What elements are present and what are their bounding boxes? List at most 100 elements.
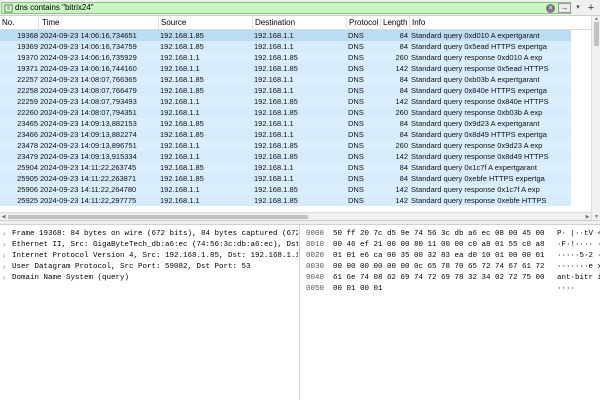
packet-source: 192.168.1.1	[160, 196, 200, 205]
expand-arrow-icon[interactable]: ›	[3, 229, 9, 240]
packet-number: 22258	[17, 86, 38, 95]
hex-dump-line[interactable]: 0020 01 01 e6 ca 00 35 00 32 83 ea d0 10 …	[302, 251, 600, 262]
column-header-protocol[interactable]: Protocol	[349, 18, 379, 28]
packet-list-pane: No. Time Source Destination Protocol Len…	[0, 16, 591, 220]
packet-row[interactable]: 22258 2024-09-23 14:08:07,766479 192.168.1…	[0, 85, 571, 96]
column-header-source[interactable]: Source	[161, 18, 251, 28]
expand-arrow-icon[interactable]: ›	[3, 240, 9, 251]
hex-offset: 0050	[306, 285, 325, 293]
scrollbar-thumb[interactable]	[594, 22, 599, 46]
packet-time: 2024-09-23 14:11:22,264780	[40, 185, 137, 194]
hex-bytes: 00 46 ef 21 00 00 80 11 00 00 c0 a8 01 5…	[333, 241, 545, 249]
chevron-down-icon[interactable]: ▾	[574, 2, 582, 14]
hex-dump-line[interactable]: 0000 50 ff 20 7c d5 9e 74 56 3c db a6 ec …	[302, 229, 600, 240]
packet-protocol: DNS	[348, 97, 364, 106]
expand-arrow-icon[interactable]: ›	[3, 273, 9, 284]
packet-time: 2024-09-23 14:06:16,744160	[40, 64, 137, 73]
packet-info: Standard query 0x1c7f A expertgarant	[411, 163, 537, 172]
column-divider[interactable]	[158, 16, 159, 30]
detail-tree-item[interactable]: › Internet Protocol Version 4, Src: 192.1…	[0, 251, 299, 262]
packet-row[interactable]: 23478 2024-09-23 14:09:13,896751 192.168.1…	[0, 140, 571, 151]
apply-filter-button[interactable]: →	[558, 3, 571, 13]
packet-list-vertical-scrollbar[interactable]: ▲ ▼	[591, 16, 600, 220]
packet-destination: 192.168.1.85	[254, 152, 298, 161]
hex-ascii: ·····5·2 ········	[557, 252, 600, 260]
packet-row[interactable]: 25905 2024-09-23 14:11:22,263871 192.168.1…	[0, 173, 571, 184]
column-divider[interactable]	[252, 16, 253, 30]
packet-time: 2024-09-23 14:08:07,766479	[40, 86, 137, 95]
packet-row[interactable]: 23479 2024-09-23 14:09:13,915334 192.168.1…	[0, 151, 571, 162]
detail-tree-label: Internet Protocol Version 4, Src: 192.16…	[12, 252, 298, 260]
packet-row[interactable]: 22257 2024-09-23 14:08:07,766365 192.168.1…	[0, 74, 571, 85]
packet-length: 142	[395, 97, 408, 106]
hex-dump-line[interactable]: 0040 61 6e 74 08 62 69 74 72 69 78 32 34 …	[302, 273, 600, 284]
packet-number: 25925	[17, 196, 38, 205]
packet-list-header: No. Time Source Destination Protocol Len…	[0, 16, 591, 30]
packet-row[interactable]: 23465 2024-09-23 14:09:13,882153 192.168.1…	[0, 118, 571, 129]
packet-destination: 192.168.1.85	[254, 108, 298, 117]
filter-expression-text[interactable]: dns contains "bitrix24"	[15, 3, 94, 13]
packet-row[interactable]: 25925 2024-09-23 14:11:22,297775 192.168.1…	[0, 195, 571, 206]
packet-source: 192.168.1.1	[160, 53, 200, 62]
packet-protocol: DNS	[348, 185, 364, 194]
packet-number: 25904	[17, 163, 38, 172]
packet-info: Standard query response 0xb03b A exp	[411, 108, 543, 117]
scrollbar-thumb[interactable]	[8, 215, 308, 219]
packet-row[interactable]: 22260 2024-09-23 14:08:07,794351 192.168.1…	[0, 107, 571, 118]
detail-tree-item[interactable]: › Ethernet II, Src: GigaByteTech_db:a6:ec…	[0, 240, 299, 251]
packet-row[interactable]: 19369 2024-09-23 14:06:16,734759 192.168.1…	[0, 41, 571, 52]
packet-source: 192.168.1.1	[160, 185, 200, 194]
display-filter-input[interactable]: dns contains "bitrix24" × →	[1, 2, 571, 14]
packet-destination: 192.168.1.85	[254, 64, 298, 73]
detail-tree-item[interactable]: › Frame 19368: 84 bytes on wire (672 bits…	[0, 229, 299, 240]
packet-info: Standard query response 0x5ead HTTPS	[411, 64, 549, 73]
packet-row[interactable]: 19370 2024-09-23 14:06:16,735929 192.168.1…	[0, 52, 571, 63]
column-header-length[interactable]: Length	[383, 18, 409, 28]
hex-ascii: ant·bitr ix24·ru·	[557, 274, 600, 282]
packet-row[interactable]: 22259 2024-09-23 14:08:07,793493 192.168.1…	[0, 96, 571, 107]
packet-source: 192.168.1.85	[160, 31, 204, 40]
column-header-destination[interactable]: Destination	[255, 18, 345, 28]
packet-time: 2024-09-23 14:06:16,735929	[40, 53, 137, 62]
expand-arrow-icon[interactable]: ›	[3, 251, 9, 262]
packet-row[interactable]: 19368 2024-09-23 14:06:16,734651 192.168.1…	[0, 30, 571, 41]
column-header-no[interactable]: No.	[2, 18, 38, 28]
clear-filter-icon[interactable]: ×	[546, 4, 555, 13]
column-divider[interactable]	[380, 16, 381, 30]
hex-dump-line[interactable]: 0010 00 46 ef 21 00 00 80 11 00 00 c0 a8 …	[302, 240, 600, 251]
packet-details-pane: › Frame 19368: 84 bytes on wire (672 bits…	[0, 225, 300, 400]
packet-protocol: DNS	[348, 64, 364, 73]
packet-length: 84	[399, 130, 408, 139]
display-filter-toolbar: dns contains "bitrix24" × → ▾ +	[0, 0, 600, 16]
packet-list-horizontal-scrollbar[interactable]: ◀ ▶	[0, 212, 591, 220]
packet-number: 23479	[17, 152, 38, 161]
column-divider[interactable]	[38, 16, 39, 30]
packet-length: 142	[395, 64, 408, 73]
detail-tree-item[interactable]: › Domain Name System (query)	[0, 273, 299, 284]
packet-bytes-pane: 0000 50 ff 20 7c d5 9e 74 56 3c db a6 ec …	[302, 225, 600, 400]
packet-info: Standard query response 0x840e HTTPS	[411, 97, 549, 106]
detail-tree-label: Ethernet II, Src: GigaByteTech_db:a6:ec …	[12, 241, 298, 249]
column-divider[interactable]	[346, 16, 347, 30]
packet-source: 192.168.1.1	[160, 108, 200, 117]
bookmark-icon[interactable]	[4, 4, 13, 13]
column-header-time[interactable]: Time	[42, 18, 158, 28]
packet-destination: 192.168.1.1	[254, 86, 294, 95]
packet-destination: 192.168.1.1	[254, 42, 294, 51]
column-divider[interactable]	[409, 16, 410, 30]
hex-ascii: ·F·!···· ·····U··	[557, 241, 600, 249]
packet-row[interactable]: 25904 2024-09-23 14:11:22,263745 192.168.1…	[0, 162, 571, 173]
hex-offset: 0030	[306, 263, 325, 271]
column-header-info[interactable]: Info	[412, 18, 512, 28]
packet-row[interactable]: 23466 2024-09-23 14:09:13,882274 192.168.1…	[0, 129, 571, 140]
add-filter-button[interactable]: +	[585, 2, 597, 14]
packet-row[interactable]: 25906 2024-09-23 14:11:22,264780 192.168.1…	[0, 184, 571, 195]
hex-dump-line[interactable]: 0050 00 01 00 01 ····	[302, 284, 600, 295]
packet-protocol: DNS	[348, 75, 364, 84]
packet-source: 192.168.1.1	[160, 141, 200, 150]
detail-tree-item[interactable]: › User Datagram Protocol, Src Port: 59082…	[0, 262, 299, 273]
expand-arrow-icon[interactable]: ›	[3, 262, 9, 273]
hex-dump-line[interactable]: 0030 00 00 00 00 00 00 0c 65 78 70 65 72 …	[302, 262, 600, 273]
packet-rows: 19368 2024-09-23 14:06:16,734651 192.168.1…	[0, 30, 591, 220]
packet-row[interactable]: 19371 2024-09-23 14:06:16,744160 192.168.1…	[0, 63, 571, 74]
